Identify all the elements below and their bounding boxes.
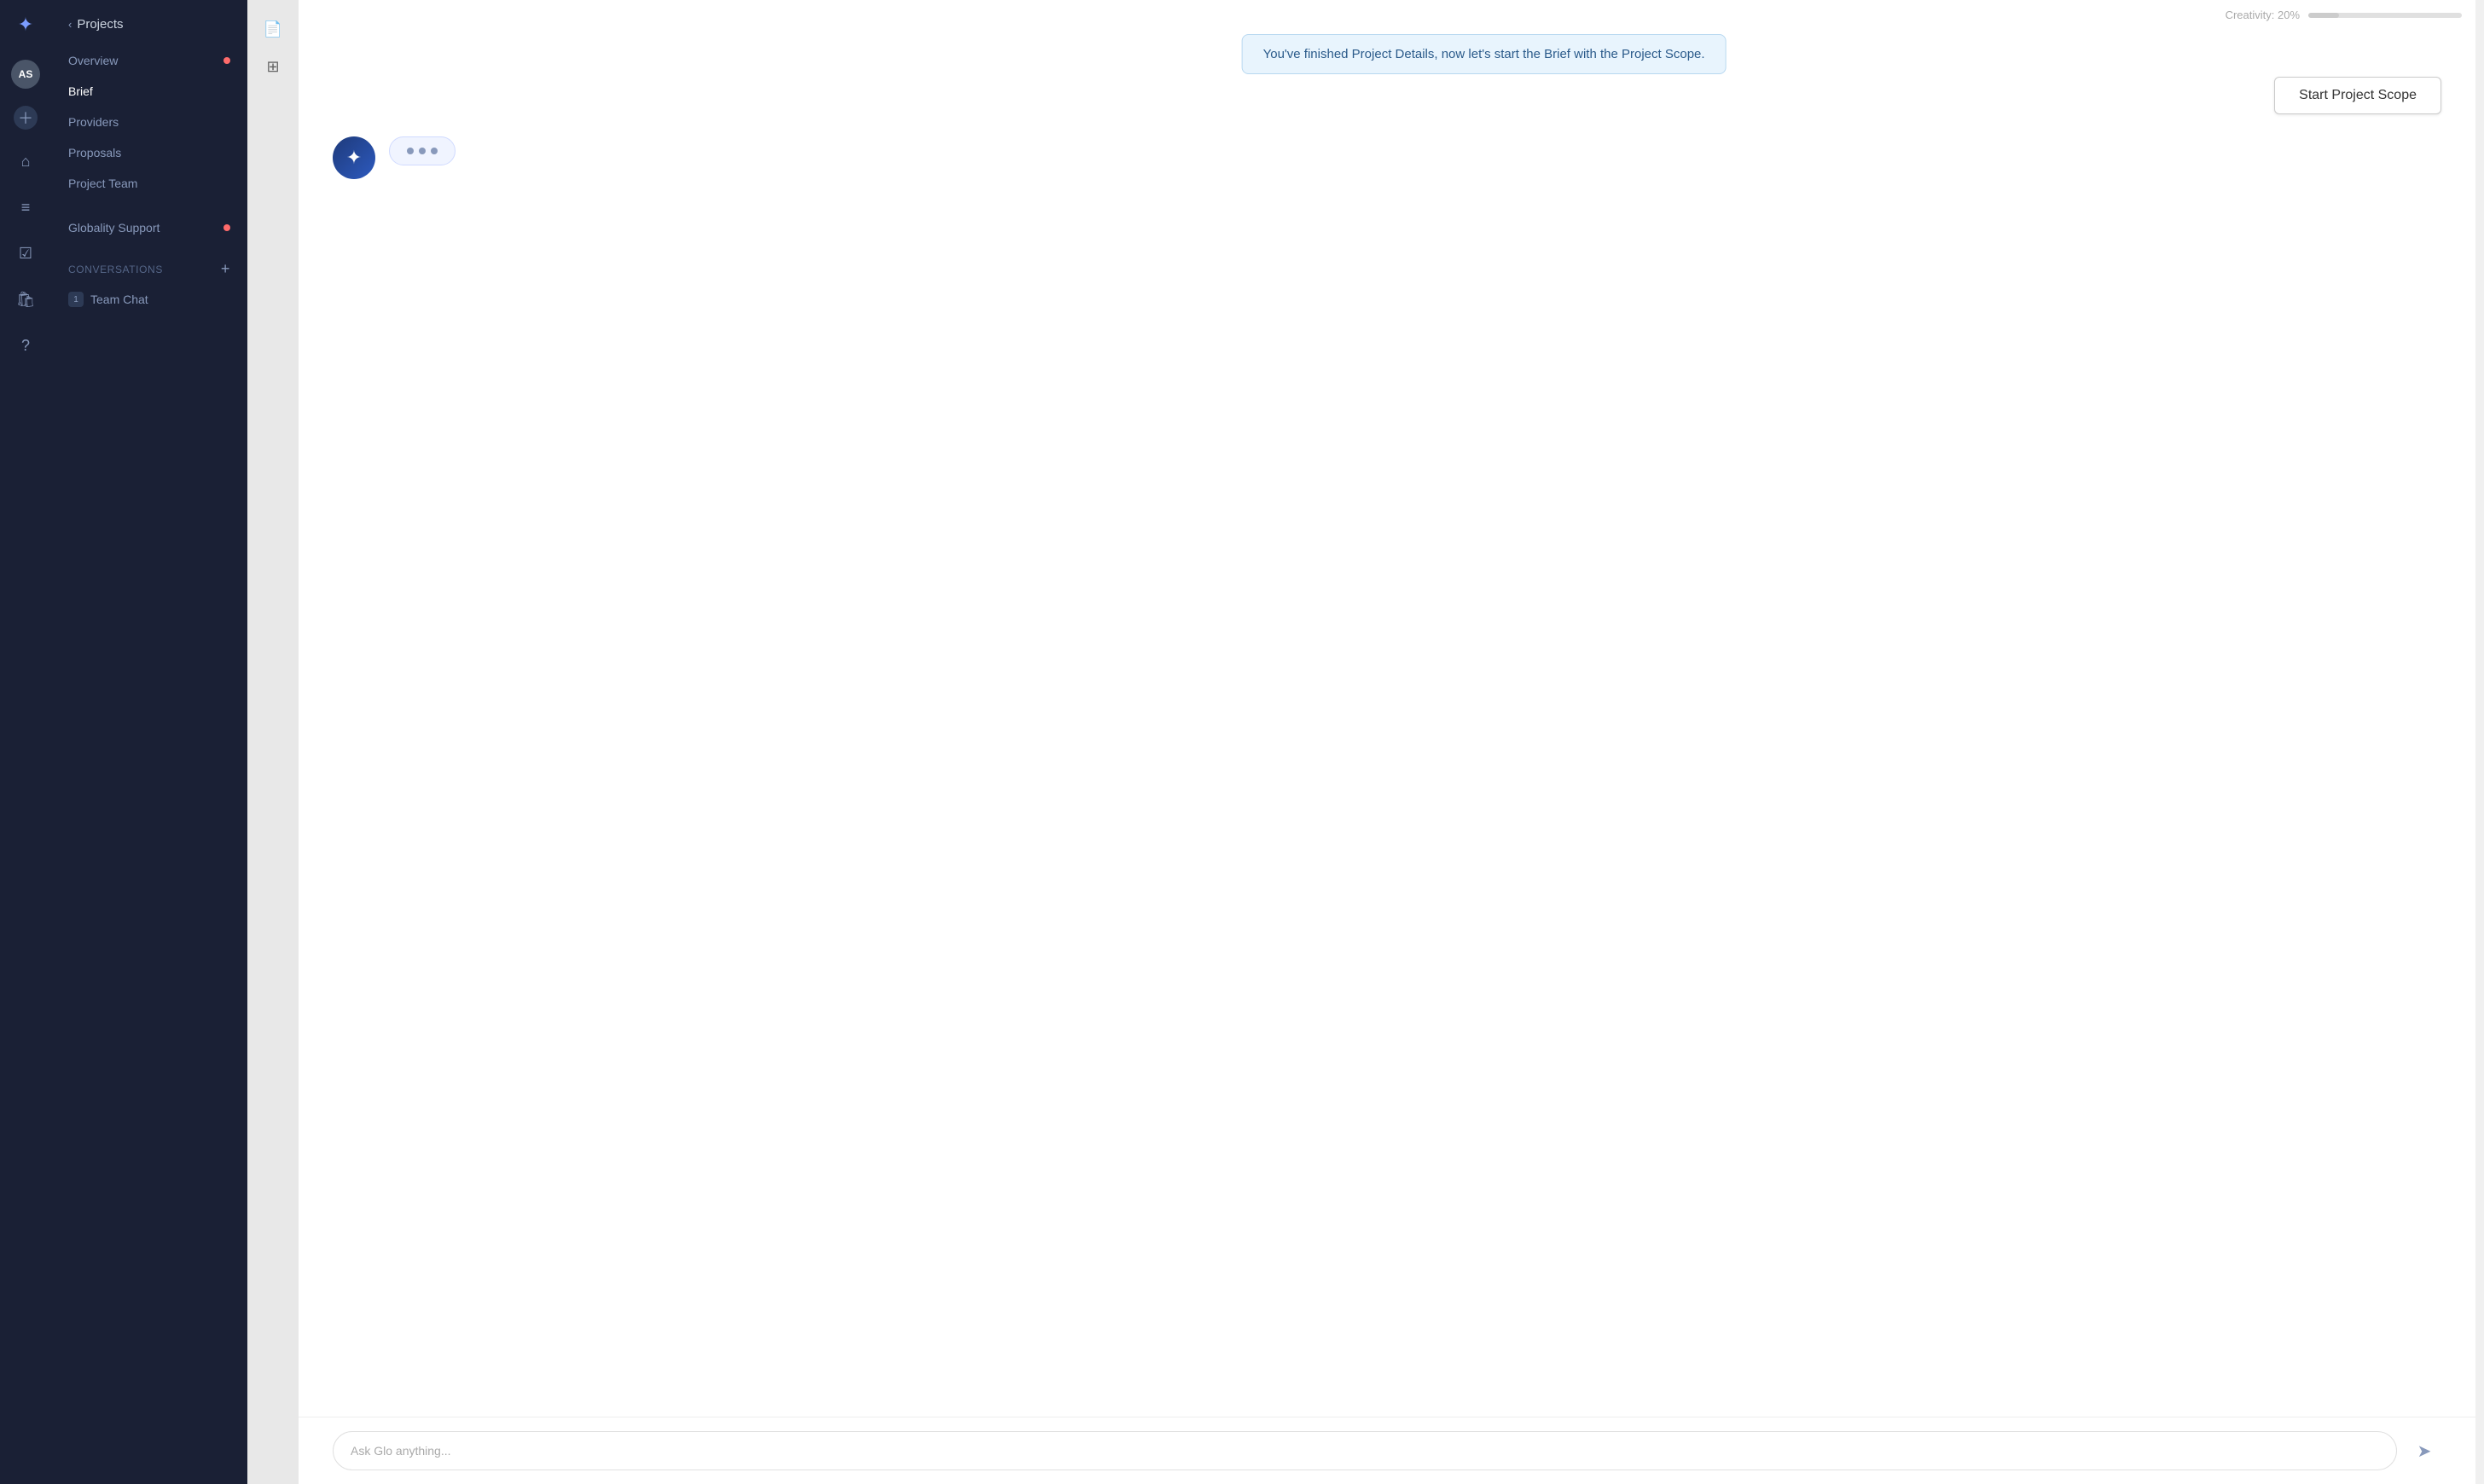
- bag-icon[interactable]: 🛍: [11, 285, 40, 314]
- checklist-icon[interactable]: ☑: [11, 239, 40, 268]
- conv-left: 1 Team Chat: [68, 292, 148, 307]
- conversations-label: Conversations: [68, 264, 163, 275]
- sidebar-item-label: Overview: [68, 54, 118, 67]
- send-icon: ➤: [2417, 1441, 2432, 1462]
- typing-dot-1: [407, 148, 414, 154]
- notification-message: You've finished Project Details, now let…: [1263, 47, 1705, 61]
- conversations-section: Conversations +: [51, 243, 247, 285]
- add-conversation-button[interactable]: +: [221, 260, 230, 278]
- main-content: Creativity: 20% You've finished Project …: [299, 0, 2475, 1484]
- sidebar-item-label: Globality Support: [68, 221, 160, 235]
- sidebar-item-team-chat[interactable]: 1 Team Chat: [51, 285, 247, 314]
- input-bar: ➤: [299, 1417, 2475, 1484]
- top-hint-bar: Creativity: 20%: [2212, 0, 2475, 30]
- creativity-label: Creativity: 20%: [2226, 9, 2300, 21]
- typing-dot-2: [419, 148, 426, 154]
- notification-banner: You've finished Project Details, now let…: [1242, 34, 1727, 74]
- creativity-fill: [2308, 13, 2339, 18]
- sidebar-item-project-team[interactable]: Project Team: [51, 168, 247, 199]
- ai-message-row: ✦: [333, 136, 2441, 179]
- sidebar-title: Projects: [77, 17, 123, 32]
- sidebar-item-label: Project Team: [68, 177, 137, 190]
- notification-dot: [223, 224, 230, 231]
- sidebar-item-proposals[interactable]: Proposals: [51, 137, 247, 168]
- conv-label: Team Chat: [90, 293, 148, 306]
- notification-dot: [223, 57, 230, 64]
- help-icon[interactable]: ?: [11, 331, 40, 360]
- sidebar-item-providers[interactable]: Providers: [51, 107, 247, 137]
- start-project-scope-button[interactable]: Start Project Scope: [2274, 77, 2441, 114]
- typing-bubble: [389, 136, 456, 165]
- icon-rail: ✦ AS ＋ ⌂ ≡ ☑ 🛍 ?: [0, 0, 51, 1484]
- typing-dot-3: [431, 148, 438, 154]
- document-icon[interactable]: 📄: [258, 14, 288, 44]
- back-to-projects[interactable]: ‹ Projects: [51, 17, 247, 45]
- sidebar-item-label: Providers: [68, 115, 119, 129]
- sidebar-navigation: Overview Brief Providers Proposals Proje…: [51, 45, 247, 1467]
- tasks-icon[interactable]: ≡: [11, 193, 40, 222]
- sidebar-item-globality-support[interactable]: Globality Support: [51, 212, 247, 243]
- sidebar-item-label: Proposals: [68, 146, 121, 159]
- conv-number: 1: [68, 292, 84, 307]
- user-avatar[interactable]: AS: [11, 60, 40, 89]
- panel-strip: 📄 ⊞: [247, 0, 299, 1484]
- sidebar: ‹ Projects Overview Brief Providers Prop…: [51, 0, 247, 1484]
- creativity-progress-bar: [2308, 13, 2462, 18]
- chat-input[interactable]: [333, 1431, 2397, 1470]
- home-icon[interactable]: ⌂: [11, 147, 40, 176]
- app-logo[interactable]: ✦: [18, 14, 33, 36]
- send-button[interactable]: ➤: [2407, 1434, 2441, 1468]
- sidebar-item-overview[interactable]: Overview: [51, 45, 247, 76]
- chevron-left-icon: ‹: [68, 18, 72, 31]
- scrollbar[interactable]: [2475, 0, 2484, 1484]
- chat-area: ✦: [299, 0, 2475, 1417]
- sidebar-item-brief[interactable]: Brief: [51, 76, 247, 107]
- sidebar-item-label: Brief: [68, 84, 93, 98]
- expand-panel-icon[interactable]: ⊞: [258, 51, 288, 82]
- add-button[interactable]: ＋: [14, 106, 38, 130]
- ai-star-icon: ✦: [346, 147, 362, 169]
- ai-avatar: ✦: [333, 136, 375, 179]
